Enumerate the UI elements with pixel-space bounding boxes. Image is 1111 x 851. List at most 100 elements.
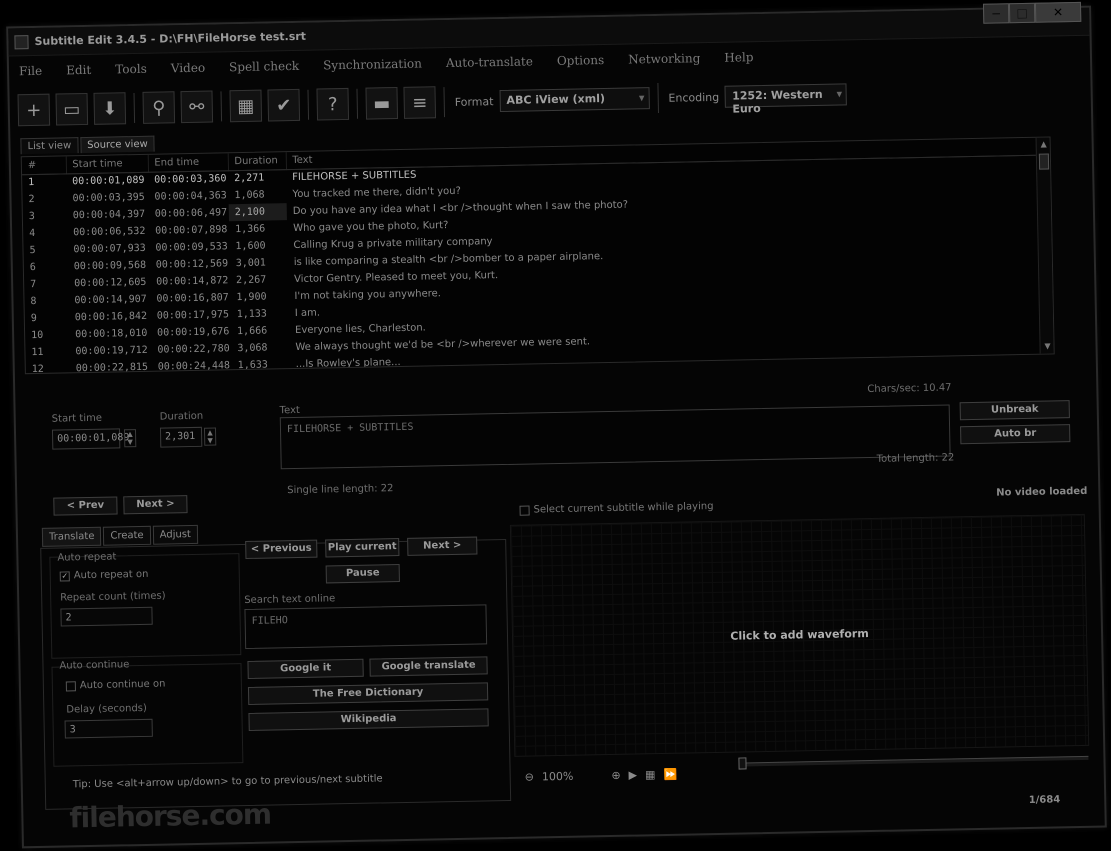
- cell-number: 10: [31, 329, 44, 342]
- replace-icon[interactable]: ⚯: [180, 90, 214, 124]
- encoding-select[interactable]: 1252: Western Euro: [724, 83, 848, 116]
- cell-end-time: 00:00:09,533: [155, 241, 228, 254]
- tab-create[interactable]: Create: [103, 525, 151, 546]
- slider-knob[interactable]: [738, 757, 747, 770]
- subtitle-grid: # Start time End time Duration Text 1 00:…: [20, 136, 1055, 375]
- col-header-start[interactable]: Start time: [65, 154, 149, 174]
- next-button[interactable]: Next >: [123, 495, 188, 515]
- tab-source-view[interactable]: Source view: [80, 135, 155, 154]
- single-line-length: Single line length: 22: [287, 483, 394, 497]
- help-icon[interactable]: ?: [316, 87, 350, 121]
- auto-break-button[interactable]: Auto br: [960, 424, 1071, 445]
- cell-start-time: 00:00:07,933: [73, 242, 146, 256]
- next-subtitle-button[interactable]: Next >: [407, 536, 478, 556]
- video-icon[interactable]: ▬: [365, 86, 399, 120]
- subtitle-position: 1/684: [1028, 794, 1061, 807]
- menu-synchronization[interactable]: Synchronization: [321, 56, 424, 78]
- cell-duration: 1,900: [236, 291, 267, 304]
- google-translate-button[interactable]: Google translate: [369, 656, 488, 677]
- search-online-input[interactable]: FILEHO: [244, 604, 488, 650]
- col-header-duration[interactable]: Duration: [227, 152, 286, 171]
- cell-number: 3: [28, 210, 35, 223]
- cell-end-time: 00:00:07,898: [155, 224, 228, 237]
- menu-edit[interactable]: Edit: [64, 63, 93, 84]
- text-label: Text: [279, 404, 300, 417]
- free-dictionary-button[interactable]: The Free Dictionary: [247, 682, 489, 705]
- prev-button[interactable]: < Prev: [53, 496, 118, 516]
- cell-number: 8: [30, 295, 37, 308]
- tab-list-view[interactable]: List view: [20, 137, 79, 155]
- scroll-down-icon[interactable]: ▼: [1040, 339, 1054, 353]
- cell-start-time: 00:00:16,842: [74, 310, 148, 324]
- waveform-icon[interactable]: ≡: [403, 86, 437, 119]
- start-time-input[interactable]: 00:00:01,089: [51, 428, 129, 450]
- auto-repeat-group-label: Auto repeat: [57, 551, 117, 564]
- menu-auto-translate[interactable]: Auto-translate: [444, 54, 535, 76]
- menu-video[interactable]: Video: [169, 61, 208, 82]
- delay-select[interactable]: 3: [64, 718, 153, 739]
- cell-duration: 1,600: [235, 240, 266, 253]
- zoom-level[interactable]: 100%: [542, 770, 574, 784]
- wikipedia-button[interactable]: Wikipedia: [248, 708, 489, 731]
- position-slider[interactable]: [738, 755, 1089, 770]
- previous-button[interactable]: < Previous: [245, 539, 318, 559]
- col-header-end[interactable]: End time: [147, 153, 229, 172]
- cell-start-time: 00:00:01,089: [72, 175, 145, 188]
- start-time-label: Start time: [51, 412, 103, 425]
- tab-adjust[interactable]: Adjust: [152, 524, 199, 545]
- menu-file[interactable]: File: [17, 64, 44, 85]
- new-file-icon[interactable]: +: [17, 93, 51, 127]
- fast-forward-icon[interactable]: ⏩: [663, 768, 677, 781]
- minimize-button[interactable]: −: [982, 3, 1010, 24]
- menu-options[interactable]: Options: [555, 53, 607, 74]
- start-time-spinner-icon[interactable]: ▲ ▼: [123, 429, 137, 448]
- cell-duration: 1,068: [234, 189, 265, 202]
- format-label: Format: [454, 94, 494, 109]
- menu-tools[interactable]: Tools: [113, 62, 149, 83]
- cell-start-time: 00:00:06,532: [73, 225, 146, 239]
- unbreak-button[interactable]: Unbreak: [959, 400, 1070, 421]
- pause-button[interactable]: Pause: [325, 564, 400, 584]
- tab-translate[interactable]: Translate: [41, 526, 102, 547]
- app-icon: [14, 35, 29, 50]
- repeat-count-select[interactable]: 2: [60, 606, 153, 627]
- spell-check-icon[interactable]: ✔: [267, 88, 301, 122]
- waveform-panel[interactable]: Click to add waveform: [509, 513, 1090, 757]
- find-icon[interactable]: ⚲: [142, 91, 176, 124]
- menu-networking[interactable]: Networking: [626, 51, 703, 72]
- format-select[interactable]: ABC iView (xml): [499, 87, 650, 113]
- click-waveform-label[interactable]: Click to add waveform: [513, 623, 1086, 647]
- auto-repeat-checkbox[interactable]: ✓ Auto repeat on: [59, 569, 149, 582]
- menu-help[interactable]: Help: [722, 50, 755, 71]
- visual-sync-icon[interactable]: ▦: [229, 89, 263, 123]
- duration-spinner-icon[interactable]: ▲ ▼: [203, 427, 217, 446]
- zoom-in-icon[interactable]: ⊕: [611, 769, 620, 782]
- total-length: Total length: 22: [876, 452, 955, 465]
- maximize-button[interactable]: □: [1008, 2, 1036, 24]
- menu-spell-check[interactable]: Spell check: [227, 59, 301, 80]
- checkbox-unchecked-icon: [65, 680, 76, 691]
- cell-duration: 3,068: [237, 342, 268, 355]
- save-icon[interactable]: ⬇: [93, 92, 127, 125]
- zoom-out-icon[interactable]: ⊖: [525, 770, 534, 783]
- open-folder-icon[interactable]: ▭: [55, 92, 89, 126]
- google-it-button[interactable]: Google it: [247, 658, 364, 679]
- grid-scrollbar[interactable]: ▲ ▼: [1035, 137, 1054, 354]
- select-current-checkbox[interactable]: Select current subtitle while playing: [519, 501, 714, 516]
- cell-number: 7: [30, 278, 37, 291]
- play-icon[interactable]: ▶: [628, 769, 637, 782]
- grid-icon[interactable]: ▦: [645, 768, 656, 781]
- scroll-up-icon[interactable]: ▲: [1037, 137, 1051, 151]
- auto-continue-checkbox[interactable]: Auto continue on: [65, 679, 165, 692]
- duration-input[interactable]: 2,301: [159, 426, 203, 448]
- cell-end-time: 00:00:03,360: [154, 173, 227, 186]
- cell-number: 5: [29, 244, 36, 257]
- play-current-button[interactable]: Play current: [325, 538, 400, 558]
- col-header-number[interactable]: #: [21, 156, 67, 175]
- scroll-thumb[interactable]: [1038, 153, 1050, 170]
- subtitle-text-input[interactable]: FILEHORSE + SUBTITLES: [279, 404, 951, 470]
- close-button[interactable]: ✕: [1034, 1, 1082, 23]
- cell-number: 12: [31, 363, 44, 375]
- cell-duration: 1,366: [235, 223, 266, 236]
- cell-end-time: 00:00:12,569: [155, 258, 229, 271]
